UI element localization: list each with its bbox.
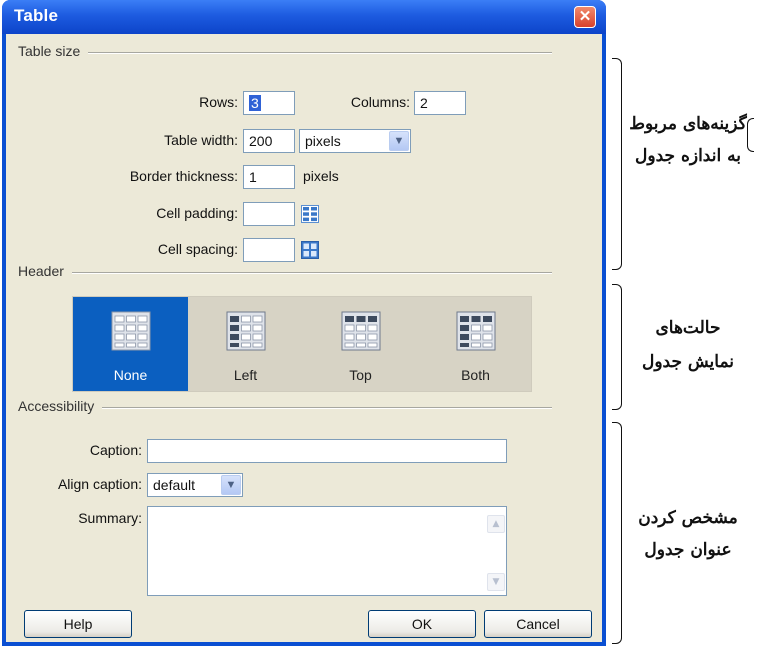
header-option-top[interactable]: Top xyxy=(303,297,418,391)
header-option-both[interactable]: Both xyxy=(418,297,533,391)
ok-button[interactable]: OK xyxy=(368,610,476,638)
table-dialog: Table ✕ Table size Rows: 3 Columns: 2 Ta… xyxy=(2,0,606,646)
caption-label: Caption: xyxy=(89,442,142,458)
header-option-none[interactable]: None xyxy=(73,297,188,391)
header-option-both-label: Both xyxy=(461,367,490,383)
table-size-group-label: Table size xyxy=(18,43,89,59)
dialog-title: Table xyxy=(14,6,59,25)
cell-padding-label: Cell padding: xyxy=(156,205,238,221)
border-unit-label: pixels xyxy=(303,168,339,184)
title-bar: Table ✕ xyxy=(2,0,606,34)
header-group-label: Header xyxy=(18,263,72,279)
rows-input[interactable]: 3 xyxy=(243,91,295,115)
table-width-input[interactable]: 200 xyxy=(243,129,295,153)
rows-value: 3 xyxy=(249,95,261,111)
table-size-annotation-line1: گزینه‌های مربوط xyxy=(629,114,747,134)
cancel-button[interactable]: Cancel xyxy=(484,610,592,638)
caption-annotation-line1: مشخص کردن xyxy=(638,508,738,528)
header-annotation-line1: حالت‌های xyxy=(655,318,721,338)
dialog-client-area: Table size Rows: 3 Columns: 2 Table widt… xyxy=(6,34,602,642)
table-no-header-icon xyxy=(111,311,151,351)
table-left-header-icon xyxy=(226,311,266,351)
header-separator xyxy=(18,272,552,274)
border-thickness-label: Border thickness: xyxy=(129,168,238,184)
table-size-bracket xyxy=(612,58,622,270)
align-caption-select[interactable]: default ▼ xyxy=(147,473,243,497)
width-unit-select[interactable]: pixels ▼ xyxy=(299,129,411,153)
table-top-header-icon xyxy=(341,311,381,351)
chevron-down-icon: ▼ xyxy=(221,475,241,495)
align-caption-value: default xyxy=(153,477,196,493)
table-width-label: Table width: xyxy=(164,132,238,148)
summary-label: Summary: xyxy=(78,510,142,526)
accessibility-group-label: Accessibility xyxy=(18,398,103,414)
close-button[interactable]: ✕ xyxy=(574,6,596,28)
caption-input[interactable] xyxy=(147,439,507,463)
cell-spacing-input[interactable] xyxy=(243,238,295,262)
columns-label: Columns: xyxy=(350,94,410,110)
header-option-left-label: Left xyxy=(233,367,258,383)
cell-spacing-icon xyxy=(301,241,319,259)
align-caption-label: Align caption: xyxy=(57,476,142,492)
table-size-separator xyxy=(18,52,552,54)
cell-spacing-label: Cell spacing: xyxy=(157,241,238,257)
screenshot-canvas: Table ✕ Table size Rows: 3 Columns: 2 Ta… xyxy=(0,0,769,648)
caption-annotation-line2: عنوان جدول xyxy=(644,540,732,560)
scroll-down-icon[interactable]: ▼ xyxy=(487,573,505,591)
rows-label: Rows: xyxy=(199,94,238,110)
summary-textarea[interactable]: ▲ ▼ xyxy=(147,506,507,596)
table-both-header-icon xyxy=(456,311,496,351)
caption-bracket xyxy=(612,422,622,644)
header-options: None Left Top Both xyxy=(72,296,532,392)
header-option-none-label: None xyxy=(113,367,148,383)
chevron-down-icon: ▼ xyxy=(389,131,409,151)
cell-padding-icon xyxy=(301,205,319,223)
scroll-up-icon[interactable]: ▲ xyxy=(487,515,505,533)
columns-input[interactable]: 2 xyxy=(414,91,466,115)
header-option-left[interactable]: Left xyxy=(188,297,303,391)
width-unit-value: pixels xyxy=(305,133,341,149)
cell-padding-input[interactable] xyxy=(243,202,295,226)
border-thickness-input[interactable]: 1 xyxy=(243,165,295,189)
header-option-top-label: Top xyxy=(349,367,372,383)
header-bracket xyxy=(612,284,622,410)
help-button[interactable]: Help xyxy=(24,610,132,638)
header-annotation-line2: نمایش جدول xyxy=(641,352,735,372)
table-size-annotation-line2: به اندازه جدول xyxy=(635,146,741,166)
